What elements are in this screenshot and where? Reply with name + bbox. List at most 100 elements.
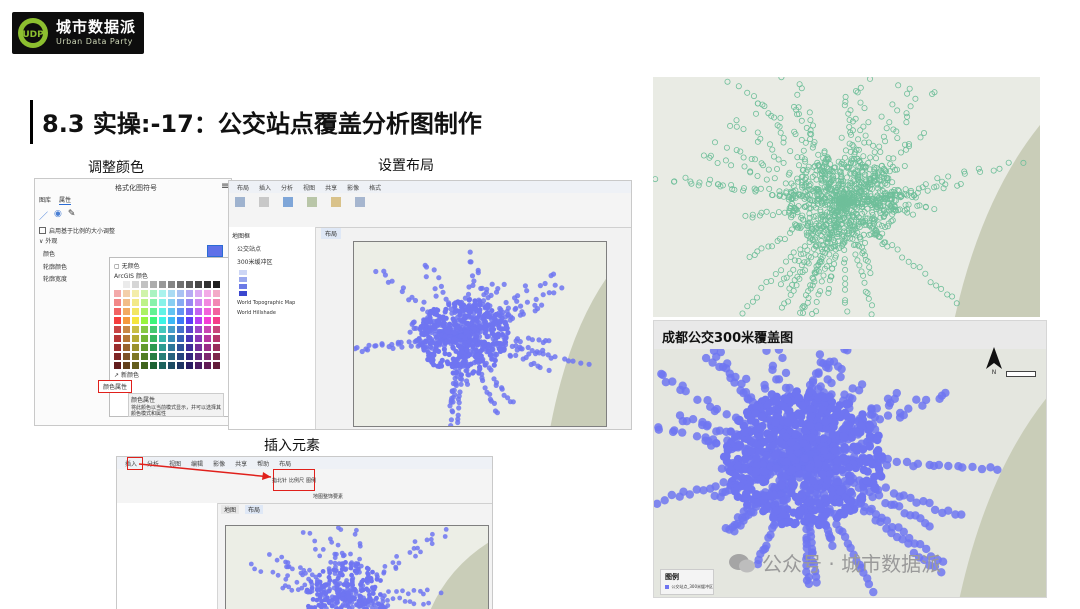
color-swatch[interactable]: [123, 353, 130, 360]
color-swatch[interactable]: [123, 299, 130, 306]
color-swatch[interactable]: [132, 362, 139, 369]
color-swatch[interactable]: [159, 335, 166, 342]
navigate-icon[interactable]: [259, 197, 269, 207]
color-swatch[interactable]: [213, 308, 220, 315]
color-swatch[interactable]: [204, 308, 211, 315]
color-swatch[interactable]: [213, 317, 220, 324]
contents-item[interactable]: 300米缓冲区: [237, 257, 307, 266]
print-icon[interactable]: [355, 197, 365, 207]
color-swatch[interactable]: [195, 344, 202, 351]
color-swatch[interactable]: [132, 299, 139, 306]
color-swatch[interactable]: [195, 335, 202, 342]
color-swatch[interactable]: [213, 290, 220, 297]
color-swatch[interactable]: [204, 299, 211, 306]
color-swatch[interactable]: [177, 308, 184, 315]
color-swatch[interactable]: [186, 290, 193, 297]
color-swatch[interactable]: [114, 335, 121, 342]
color-swatch[interactable]: [141, 317, 148, 324]
color-swatch[interactable]: [132, 308, 139, 315]
color-swatch[interactable]: [132, 290, 139, 297]
color-swatch[interactable]: [195, 317, 202, 324]
color-swatch[interactable]: [150, 326, 157, 333]
color-swatch[interactable]: [186, 281, 193, 288]
color-swatch[interactable]: [132, 317, 139, 324]
new-color-option[interactable]: ↗ 新颜色: [114, 370, 139, 379]
color-swatch[interactable]: [159, 317, 166, 324]
color-swatch[interactable]: [141, 281, 148, 288]
color-swatch[interactable]: [159, 344, 166, 351]
color-properties-option[interactable]: 颜色属性: [98, 380, 132, 393]
color-swatch[interactable]: [141, 308, 148, 315]
color-swatch[interactable]: [168, 362, 175, 369]
color-swatch[interactable]: [204, 353, 211, 360]
color-swatch[interactable]: [114, 353, 121, 360]
color-swatch[interactable]: [177, 335, 184, 342]
color-swatch[interactable]: [132, 353, 139, 360]
color-swatch[interactable]: [186, 335, 193, 342]
color-swatch[interactable]: [168, 353, 175, 360]
color-swatch[interactable]: [177, 362, 184, 369]
color-swatch[interactable]: [186, 299, 193, 306]
color-swatch[interactable]: [141, 290, 148, 297]
color-swatch[interactable]: [114, 308, 121, 315]
color-swatch[interactable]: [213, 281, 220, 288]
layers-icon[interactable]: ◉: [54, 209, 62, 222]
layout-tab-0[interactable]: 布局: [237, 183, 249, 192]
color-swatch[interactable]: [204, 281, 211, 288]
color-swatch[interactable]: [132, 281, 139, 288]
tab-gallery[interactable]: 图库: [39, 195, 51, 205]
layout-tab-2[interactable]: 分析: [281, 183, 293, 192]
color-swatch[interactable]: [150, 290, 157, 297]
color-swatch[interactable]: [186, 353, 193, 360]
color-swatch[interactable]: [141, 353, 148, 360]
color-swatch[interactable]: [195, 308, 202, 315]
color-swatch[interactable]: [114, 317, 121, 324]
color-swatch[interactable]: [195, 299, 202, 306]
zoom-icon[interactable]: [283, 197, 293, 207]
color-swatch[interactable]: [114, 344, 121, 351]
color-swatch[interactable]: [150, 308, 157, 315]
color-swatch[interactable]: [123, 326, 130, 333]
color-swatch[interactable]: [123, 281, 130, 288]
color-swatch[interactable]: [114, 362, 121, 369]
color-swatch[interactable]: [150, 317, 157, 324]
color-swatch[interactable]: [195, 353, 202, 360]
color-swatch[interactable]: [186, 344, 193, 351]
tab-properties[interactable]: 属性: [59, 195, 71, 205]
color-swatch[interactable]: [177, 326, 184, 333]
color-swatch[interactable]: [195, 290, 202, 297]
appearance-section[interactable]: ∨ 外观: [39, 236, 57, 245]
color-swatch[interactable]: [159, 308, 166, 315]
color-swatch[interactable]: [150, 299, 157, 306]
layout-tab-3[interactable]: 视图: [303, 183, 315, 192]
export-icon[interactable]: [331, 197, 341, 207]
color-swatch[interactable]: [150, 344, 157, 351]
color-swatch[interactable]: [123, 335, 130, 342]
color-swatch[interactable]: [123, 290, 130, 297]
insert-map-frame[interactable]: [226, 526, 488, 609]
color-swatch[interactable]: [159, 299, 166, 306]
select-icon[interactable]: [307, 197, 317, 207]
color-swatch[interactable]: [204, 317, 211, 324]
color-swatch[interactable]: [141, 335, 148, 342]
layout-tab-4[interactable]: 共享: [325, 183, 337, 192]
color-swatch[interactable]: [186, 317, 193, 324]
color-swatch[interactable]: [177, 299, 184, 306]
contents-item[interactable]: 地图框: [232, 231, 312, 240]
color-swatch[interactable]: [204, 335, 211, 342]
paste-icon[interactable]: [235, 197, 245, 207]
color-swatch[interactable]: [213, 335, 220, 342]
color-swatch[interactable]: [168, 317, 175, 324]
layout-map-frame[interactable]: [354, 242, 606, 426]
color-swatch[interactable]: [141, 344, 148, 351]
color-swatch[interactable]: [177, 290, 184, 297]
color-swatch[interactable]: [195, 326, 202, 333]
insert-tab-7[interactable]: 布局: [279, 459, 291, 468]
color-swatch[interactable]: [123, 308, 130, 315]
color-swatch[interactable]: [213, 299, 220, 306]
layout-tab-1[interactable]: 插入: [259, 183, 271, 192]
color-swatch[interactable]: [213, 362, 220, 369]
color-swatch[interactable]: [114, 290, 121, 297]
color-swatch[interactable]: [177, 353, 184, 360]
color-swatch[interactable]: [168, 281, 175, 288]
